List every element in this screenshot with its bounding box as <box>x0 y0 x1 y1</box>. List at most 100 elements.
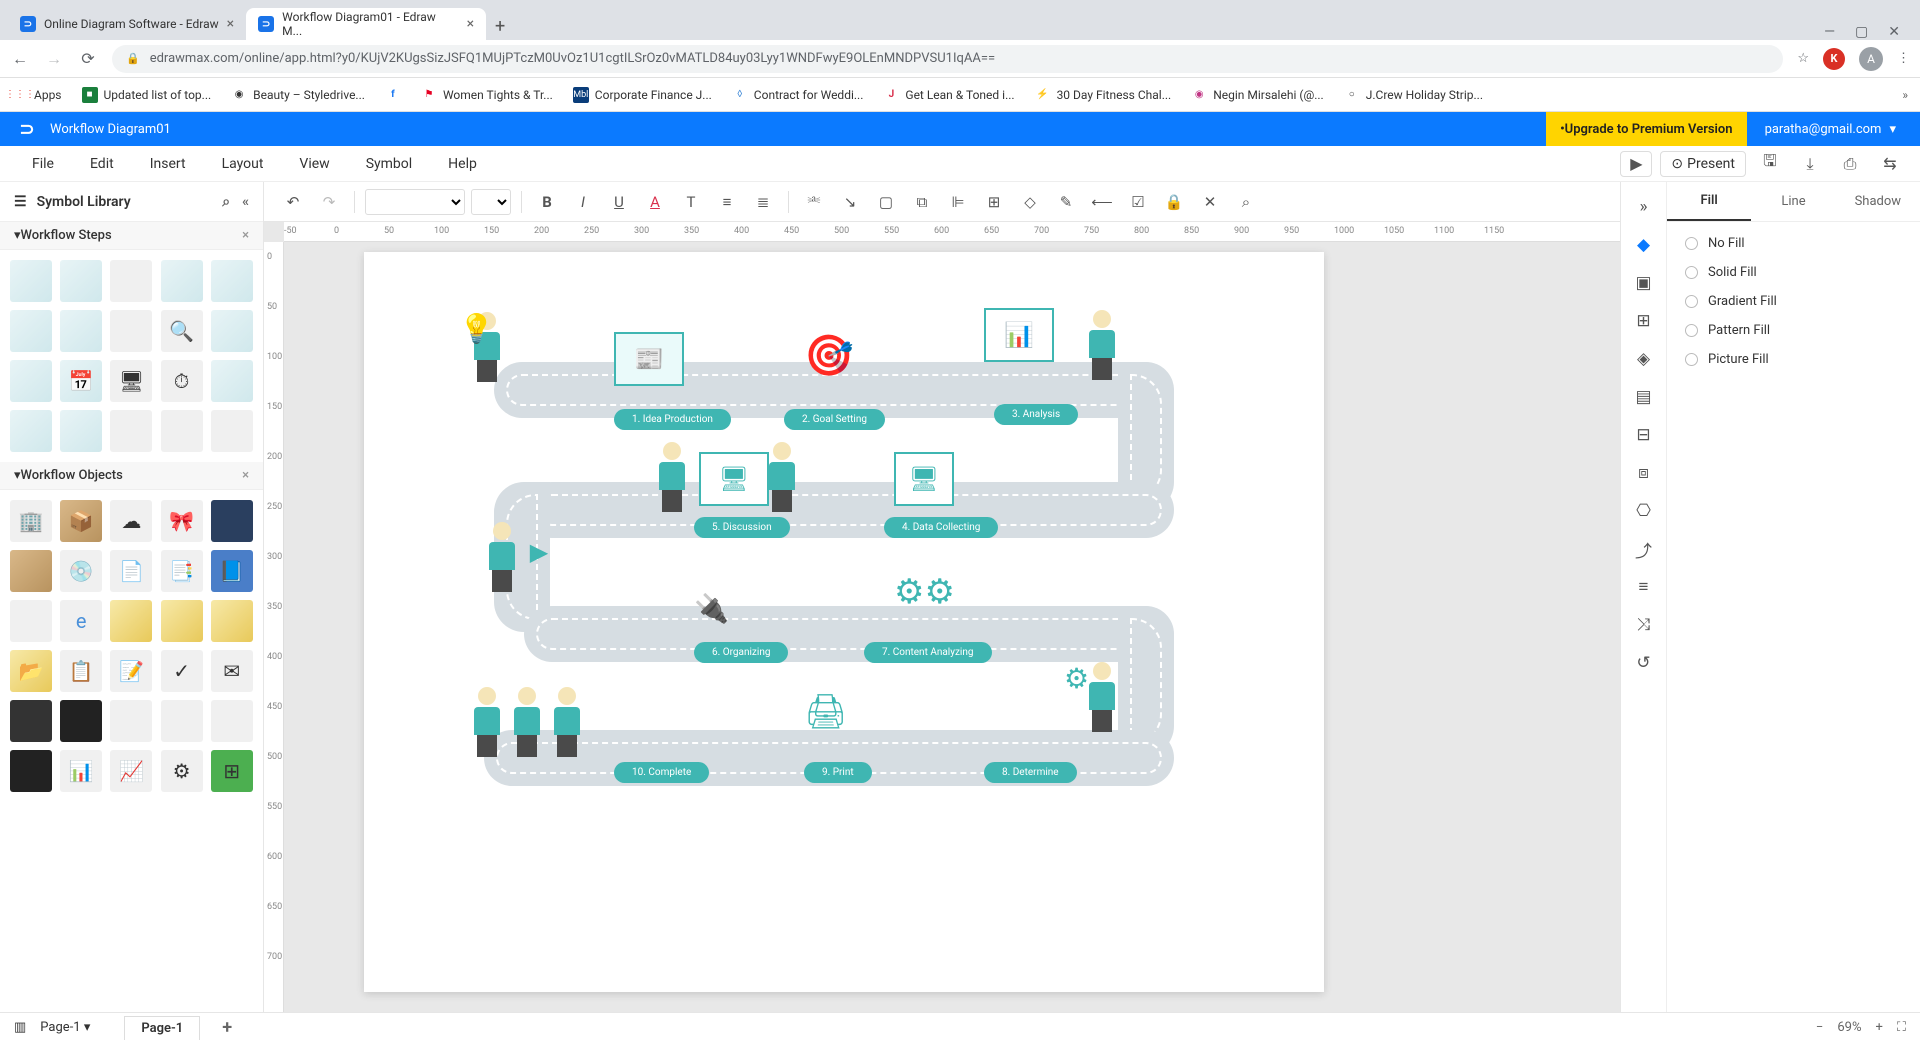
reload-icon[interactable]: ⟳ <box>78 49 98 68</box>
image-icon[interactable]: ⧈ <box>1627 456 1661 490</box>
menu-layout[interactable]: Layout <box>204 156 282 172</box>
history-icon[interactable]: ↺ <box>1627 646 1661 680</box>
bookmark-item[interactable]: ◉Beauty – Styledrive... <box>231 87 365 103</box>
align-left-icon[interactable]: ≡ <box>712 187 742 217</box>
symbol-item[interactable] <box>161 410 203 452</box>
expand-panel-icon[interactable]: » <box>1627 190 1661 224</box>
search-icon[interactable]: ⌕ <box>1231 187 1261 217</box>
symbol-item[interactable] <box>110 310 152 352</box>
menu-kebab-icon[interactable]: ⋮ <box>1897 51 1910 66</box>
connector-icon[interactable]: ↘ <box>835 187 865 217</box>
menu-edit[interactable]: Edit <box>72 156 132 172</box>
symbol-item[interactable] <box>10 600 52 642</box>
symbol-item[interactable] <box>110 260 152 302</box>
bookmark-item[interactable]: ⚡30 Day Fitness Chal... <box>1035 87 1172 103</box>
present-button[interactable]: ⊙Present <box>1660 151 1746 177</box>
minimize-icon[interactable]: — <box>1824 24 1835 40</box>
fill-option-none[interactable]: No Fill <box>1685 236 1902 251</box>
menu-help[interactable]: Help <box>430 156 495 172</box>
symbol-item[interactable]: 🖥 <box>110 360 152 402</box>
bookmark-item[interactable]: MblCorporate Finance J... <box>573 87 712 103</box>
symbol-item[interactable] <box>110 700 152 742</box>
symbol-item[interactable]: 📑 <box>161 550 203 592</box>
underline-icon[interactable]: U <box>604 187 634 217</box>
menu-insert[interactable]: Insert <box>132 156 204 172</box>
zoom-out-icon[interactable]: − <box>1816 1020 1823 1035</box>
symbol-item[interactable]: ✉ <box>211 650 253 692</box>
text-align-icon[interactable]: T <box>676 187 706 217</box>
tab-shadow[interactable]: Shadow <box>1836 182 1920 221</box>
symbol-item[interactable] <box>60 700 102 742</box>
symbol-item[interactable]: ☁ <box>110 500 152 542</box>
symbol-item[interactable] <box>60 310 102 352</box>
bold-icon[interactable]: B <box>532 187 562 217</box>
symbol-item[interactable]: ⏱ <box>161 360 203 402</box>
url-bar[interactable]: 🔒 edrawmax.com/online/app.html?y0/KUjV2K… <box>112 45 1783 73</box>
frame-tool-icon[interactable]: ▣ <box>1627 266 1661 300</box>
symbol-item[interactable]: 🔍 <box>161 310 203 352</box>
symbol-item[interactable]: 📦 <box>60 500 102 542</box>
symbol-item[interactable]: 📂 <box>10 650 52 692</box>
fill-option-picture[interactable]: Picture Fill <box>1685 352 1902 367</box>
distribute-icon[interactable]: ⊞ <box>979 187 1009 217</box>
profile-avatar[interactable]: A <box>1859 47 1883 71</box>
shuffle-icon[interactable]: ⤨ <box>1627 608 1661 642</box>
sidebar-section-header[interactable]: ▾ Workflow Steps × <box>0 222 263 250</box>
symbol-item[interactable] <box>211 360 253 402</box>
bookmark-item[interactable]: ⋮⋮⋮Apps <box>12 87 62 103</box>
symbol-item[interactable] <box>110 600 152 642</box>
fit-screen-icon[interactable]: ⛶ <box>1897 1020 1906 1035</box>
download-icon[interactable]: ⤓ <box>1794 154 1826 174</box>
symbol-item[interactable] <box>161 600 203 642</box>
bookmark-item[interactable]: ⚑Women Tights & Tr... <box>421 87 553 103</box>
checkbox-icon[interactable]: ☑ <box>1123 187 1153 217</box>
bookmark-item[interactable]: JGet Lean & Toned i... <box>883 87 1014 103</box>
tab-close-icon[interactable]: × <box>227 16 234 32</box>
symbol-item[interactable]: ⊞ <box>211 750 253 792</box>
new-tab-button[interactable]: + <box>486 12 514 40</box>
search-icon[interactable]: ⌕ <box>222 194 230 210</box>
symbol-item[interactable] <box>60 410 102 452</box>
symbol-item[interactable]: 🎀 <box>161 500 203 542</box>
symbol-item[interactable]: 📊 <box>60 750 102 792</box>
menu-symbol[interactable]: Symbol <box>348 156 430 172</box>
symbol-item[interactable] <box>211 310 253 352</box>
print-icon[interactable]: ⎙ <box>1834 154 1866 174</box>
undo-icon[interactable]: ↶ <box>278 187 308 217</box>
canvas[interactable]: 💡 📰 🎯 📊 🖥 🖥 ▶ 🔌 ⚙⚙ ⚙ 🖨 1. Idea Productio… <box>284 242 1620 1012</box>
bookmark-item[interactable]: ◉Negin Mirsalehi (@... <box>1191 87 1324 103</box>
layers-icon[interactable]: ◈ <box>1627 342 1661 376</box>
page-icon[interactable]: ▤ <box>1627 380 1661 414</box>
export-icon[interactable]: ⤴ <box>1627 532 1661 566</box>
symbol-item[interactable] <box>10 750 52 792</box>
symbol-item[interactable] <box>211 500 253 542</box>
symbol-item[interactable] <box>10 700 52 742</box>
browser-tab-active[interactable]: ⊃ Workflow Diagram01 - Edraw M... × <box>246 8 486 40</box>
page-select[interactable]: Page-1 ▾ <box>40 1020 90 1035</box>
grid-tool-icon[interactable]: ⊞ <box>1627 304 1661 338</box>
sidebar-section-header[interactable]: ▾ Workflow Objects × <box>0 462 263 490</box>
extension-avatar[interactable]: K <box>1823 48 1845 70</box>
section-close-icon[interactable]: × <box>242 468 249 483</box>
symbol-item[interactable] <box>60 260 102 302</box>
line-spacing-icon[interactable]: ≣ <box>748 187 778 217</box>
shape-icon[interactable]: ▢ <box>871 187 901 217</box>
fill-tool-icon[interactable]: ◆ <box>1627 228 1661 262</box>
diagram-page[interactable]: 💡 📰 🎯 📊 🖥 🖥 ▶ 🔌 ⚙⚙ ⚙ 🖨 1. Idea Productio… <box>364 252 1324 992</box>
browser-tab[interactable]: ⊃ Online Diagram Software - Edraw × <box>8 8 246 40</box>
tab-fill[interactable]: Fill <box>1667 182 1751 221</box>
symbol-item[interactable] <box>211 410 253 452</box>
fill-icon[interactable]: ◇ <box>1015 187 1045 217</box>
maximize-icon[interactable]: ▢ <box>1855 24 1868 40</box>
star-icon[interactable]: ☆ <box>1797 51 1809 66</box>
upgrade-button[interactable]: • Upgrade to Premium Version <box>1546 112 1747 146</box>
tools-icon[interactable]: ✕ <box>1195 187 1225 217</box>
group-icon[interactable]: ⧉ <box>907 187 937 217</box>
symbol-item[interactable]: 📅 <box>60 360 102 402</box>
symbol-item[interactable]: 📈 <box>110 750 152 792</box>
symbol-item[interactable] <box>10 550 52 592</box>
collapse-icon[interactable]: « <box>242 194 249 210</box>
symbol-item[interactable]: e <box>60 600 102 642</box>
redo-icon[interactable]: ↷ <box>314 187 344 217</box>
symbol-item[interactable]: 📄 <box>110 550 152 592</box>
